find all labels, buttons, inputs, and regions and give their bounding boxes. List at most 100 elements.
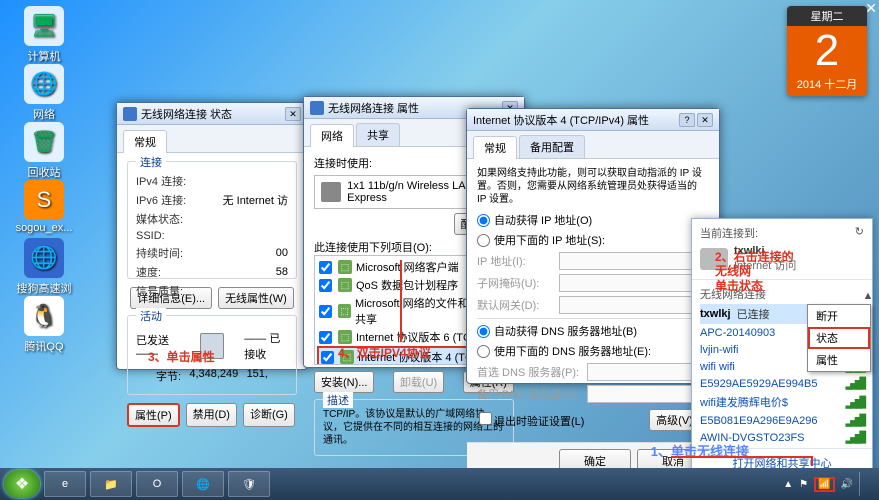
protocol-checkbox[interactable] bbox=[319, 305, 332, 318]
protocol-icon: ⬚ bbox=[338, 278, 352, 292]
diagnose-button[interactable]: 诊断(G) bbox=[243, 403, 295, 427]
taskbar[interactable]: ❖ e 📁 O 🌐 🛡 ▲ ⚑ 📶 🔊 bbox=[0, 468, 879, 500]
radio-auto-ip[interactable] bbox=[477, 214, 490, 227]
properties-button[interactable]: 属性(P) bbox=[127, 403, 180, 427]
validate-checkbox[interactable] bbox=[479, 412, 492, 425]
start-button[interactable]: ❖ bbox=[4, 470, 40, 498]
close-button[interactable]: ✕ bbox=[285, 107, 301, 121]
tray-flag-icon[interactable]: ⚑ bbox=[799, 479, 808, 490]
window-title: 无线网络连接 属性 bbox=[328, 100, 419, 116]
tab-network[interactable]: 网络 bbox=[310, 124, 354, 147]
flyout-section-label: 无线网络连接 bbox=[700, 286, 864, 302]
dns2-label: 备用 DNS 服务器(A): bbox=[477, 386, 587, 402]
adapter-icon bbox=[321, 182, 341, 202]
show-desktop-button[interactable] bbox=[859, 472, 869, 496]
duration-label: 持续时间: bbox=[136, 245, 216, 261]
window-icon bbox=[123, 107, 137, 121]
app-icon: S bbox=[24, 180, 64, 220]
chevron-up-icon[interactable]: ▲ bbox=[862, 290, 874, 302]
network-ssid: wifi wifi bbox=[700, 361, 735, 373]
protocol-icon: ⬚ bbox=[338, 330, 352, 344]
sent-bytes: 4,348,249 bbox=[189, 368, 238, 384]
protocol-checkbox[interactable] bbox=[319, 279, 332, 292]
app-icon: 🌐 bbox=[24, 238, 64, 278]
current-ssid: txwlkj bbox=[734, 245, 796, 257]
radio-manual-dns-label: 使用下面的 DNS 服务器地址(E): bbox=[494, 343, 651, 359]
speed-value: 58 bbox=[276, 266, 288, 278]
ip-label: IP 地址(I): bbox=[477, 253, 559, 269]
group-activity: 活动 bbox=[136, 308, 166, 324]
validate-checkbox-label[interactable]: 退出时验证设置(L) bbox=[477, 412, 584, 429]
protocol-checkbox[interactable] bbox=[321, 351, 334, 364]
taskbar-item[interactable]: 📁 bbox=[90, 471, 132, 497]
tab-sharing[interactable]: 共享 bbox=[356, 123, 400, 146]
system-tray[interactable]: ▲ ⚑ 📶 🔊 bbox=[783, 472, 875, 496]
annotation-arrow bbox=[811, 456, 813, 466]
network-ssid: txwlkj bbox=[700, 308, 731, 320]
group-connection: 连接 bbox=[136, 154, 166, 170]
tab-alternate[interactable]: 备用配置 bbox=[519, 135, 585, 158]
network-item[interactable]: E5929AE5929AE994B5▂▄▆█ bbox=[700, 375, 864, 392]
window-icon bbox=[310, 101, 324, 115]
taskbar-item[interactable]: e bbox=[44, 471, 86, 497]
calendar-dow: 星期二 bbox=[787, 6, 867, 26]
signal-icon: ▂▄▆█ bbox=[846, 377, 865, 390]
protocol-label: QoS 数据包计划程序 bbox=[356, 277, 458, 293]
calendar-gadget[interactable]: ✕ 星期二 2 2014 十二月 bbox=[787, 6, 867, 96]
radio-manual-ip[interactable] bbox=[477, 234, 490, 247]
description-title: 描述 bbox=[323, 392, 353, 408]
computer-icon: 🖥 bbox=[24, 6, 64, 46]
calendar-monthyear: 2014 十二月 bbox=[787, 76, 867, 96]
desktop-icon-recycle[interactable]: 🗑回收站 bbox=[14, 122, 74, 180]
recycle-icon: 🗑 bbox=[24, 122, 64, 162]
network-ssid: wifi建发腾辉电价$ bbox=[700, 394, 788, 410]
protocol-checkbox[interactable] bbox=[319, 261, 332, 274]
taskbar-item[interactable]: 🌐 bbox=[182, 471, 224, 497]
tray-chevron-icon[interactable]: ▲ bbox=[783, 479, 793, 490]
titlebar[interactable]: 无线网络连接 状态 ✕ bbox=[117, 103, 307, 125]
window-title: 无线网络连接 状态 bbox=[141, 106, 232, 122]
intro-text: 如果网络支持此功能，则可以获取自动指派的 IP 设置。否则，您需要从网络系统管理… bbox=[477, 167, 709, 206]
dns1-field bbox=[587, 363, 697, 381]
uninstall-button[interactable]: 卸载(U) bbox=[393, 371, 444, 393]
window-title: Internet 协议版本 4 (TCP/IPv4) 属性 bbox=[473, 112, 649, 128]
ctx-properties[interactable]: 属性 bbox=[808, 349, 870, 371]
desktop-icon-sogou[interactable]: Ssogou_ex... bbox=[14, 180, 74, 234]
tab-general[interactable]: 常规 bbox=[123, 130, 167, 153]
radio-manual-dns[interactable] bbox=[477, 345, 490, 358]
signal-icon: ▂▄▆█ bbox=[846, 414, 865, 427]
ctx-status[interactable]: 状态 bbox=[808, 327, 870, 349]
network-ssid: E5B081E9A296E9A296 bbox=[700, 415, 817, 427]
dns2-field bbox=[587, 385, 697, 403]
desktop-icon-network[interactable]: 🌐网络 bbox=[14, 64, 74, 122]
radio-auto-dns[interactable] bbox=[477, 325, 490, 338]
refresh-icon[interactable]: ↻ bbox=[855, 225, 864, 241]
tab-general[interactable]: 常规 bbox=[473, 136, 517, 159]
ctx-disconnect[interactable]: 断开 bbox=[808, 305, 870, 327]
tray-volume-icon[interactable]: 🔊 bbox=[841, 479, 853, 490]
taskbar-item[interactable]: O bbox=[136, 471, 178, 497]
network-item[interactable]: wifi建发腾辉电价$ ▂▄▆█ bbox=[700, 392, 864, 412]
taskbar-item[interactable]: 🛡 bbox=[228, 471, 270, 497]
disable-button[interactable]: 禁用(D) bbox=[186, 403, 237, 427]
close-icon[interactable]: ✕ bbox=[865, 0, 877, 17]
icon-label: 网络 bbox=[33, 109, 55, 121]
dns1-label: 首选 DNS 服务器(P): bbox=[477, 364, 587, 380]
protocol-checkbox[interactable] bbox=[319, 331, 332, 344]
close-button[interactable]: ✕ bbox=[697, 113, 713, 127]
context-menu[interactable]: 断开 状态 属性 bbox=[807, 304, 871, 372]
help-button[interactable]: ? bbox=[679, 113, 695, 127]
desktop-icon-qq[interactable]: 🐧腾讯QQ bbox=[14, 296, 74, 354]
network-item[interactable]: AWIN-DVGSTO23FS▂▄▆█ bbox=[700, 429, 864, 446]
speed-label: 速度: bbox=[136, 264, 216, 280]
network-item[interactable]: E5B081E9A296E9A296 ▂▄▆█ bbox=[700, 412, 864, 429]
ipv6-value: 无 Internet 访 bbox=[223, 192, 288, 208]
signal-icon: ▂▄▆█ bbox=[846, 396, 865, 409]
window-ipv4-props[interactable]: Internet 协议版本 4 (TCP/IPv4) 属性 ?✕ 常规 备用配置… bbox=[466, 108, 720, 384]
install-button[interactable]: 安装(N)... bbox=[314, 371, 374, 393]
desktop-icon-computer[interactable]: 🖥计算机 bbox=[14, 6, 74, 64]
titlebar[interactable]: Internet 协议版本 4 (TCP/IPv4) 属性 ?✕ bbox=[467, 109, 719, 131]
window-wlan-status[interactable]: 无线网络连接 状态 ✕ 常规 连接 IPv4 连接: IPv6 连接:无 Int… bbox=[116, 102, 308, 370]
tray-network-icon[interactable]: 📶 bbox=[814, 477, 834, 492]
recv-label: —— 已接收 bbox=[244, 330, 288, 362]
